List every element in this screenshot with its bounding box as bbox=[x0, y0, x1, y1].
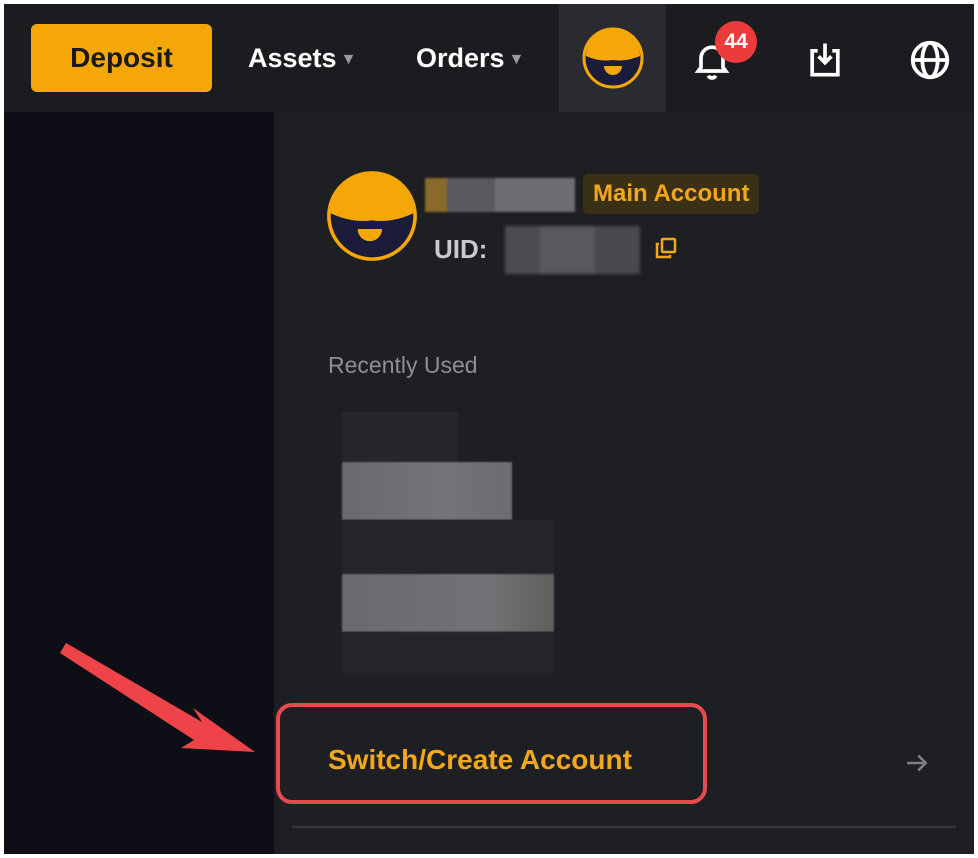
annotation-arrow-icon bbox=[60, 643, 255, 752]
